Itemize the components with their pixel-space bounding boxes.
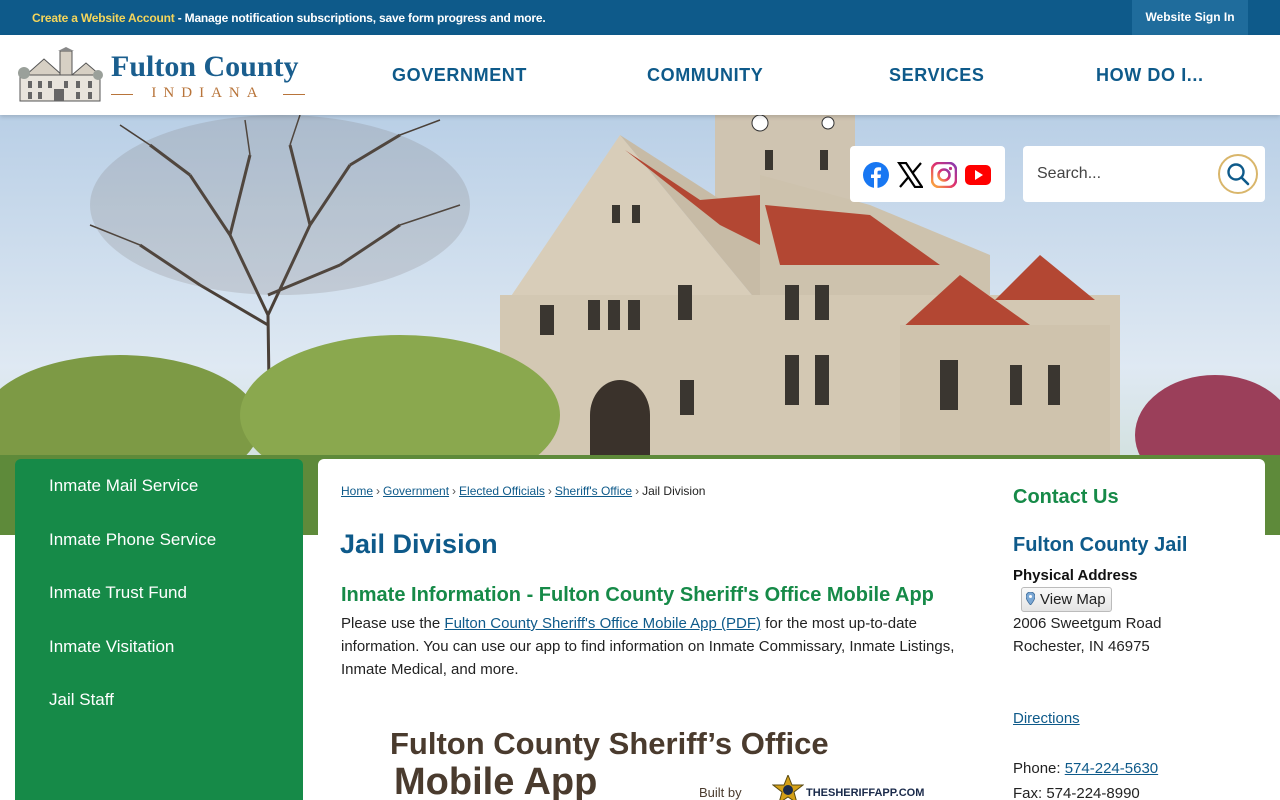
social-links [850, 146, 1005, 202]
sheriffapp-logo: THESHERIFFAPP.COM [770, 775, 930, 800]
nav-community[interactable]: COMMUNITY [647, 35, 763, 115]
courthouse-logo-icon [18, 47, 103, 102]
instagram-icon[interactable] [931, 162, 957, 188]
map-pin-icon [1026, 592, 1035, 605]
address-street: 2006 Sweetgum Road [1013, 615, 1162, 632]
sidebar-nav: Inmate Mail Service Inmate Phone Service… [15, 459, 303, 800]
main-content: Home › Government › Elected Officials › Sherif… [318, 459, 1265, 800]
nav-services[interactable]: SERVICES [889, 35, 985, 115]
youtube-icon[interactable] [965, 165, 991, 185]
section-body: Please use the Fulton County Sheriff's O… [341, 612, 971, 681]
nav-how-do-i[interactable]: HOW DO I... [1096, 35, 1204, 115]
sign-in-button[interactable]: Website Sign In [1132, 0, 1248, 35]
search-icon [1227, 163, 1250, 186]
directions-link[interactable]: Directions [1013, 710, 1080, 727]
logo-name: Fulton County [111, 50, 299, 83]
address-city: Rochester, IN 46975 [1013, 638, 1150, 655]
breadcrumb-home[interactable]: Home [341, 484, 373, 498]
phone-label: Phone: [1013, 760, 1065, 777]
built-by-label: Built by [699, 785, 742, 800]
facebook-icon[interactable] [863, 162, 889, 188]
contact-name: Fulton County Jail [1013, 534, 1188, 556]
sidebar-item-inmate-visitation[interactable]: Inmate Visitation [49, 637, 174, 657]
fax-line: Fax: 574-224-8990 [1013, 785, 1140, 800]
x-icon[interactable] [897, 162, 923, 188]
address-label: Physical Address [1013, 567, 1138, 584]
account-promo: Create a Website Account - Manage notifi… [32, 11, 546, 25]
contact-panel: Contact Us Fulton County Jail Physical A… [1013, 459, 1253, 800]
site-logo[interactable]: Fulton County INDIANA [18, 47, 308, 105]
section-title: Inmate Information - Fulton County Sheri… [341, 584, 934, 606]
body-text-start: Please use the [341, 615, 445, 632]
view-map-label: View Map [1040, 591, 1106, 608]
app-banner-subtitle: Mobile App [394, 761, 598, 800]
view-map-button[interactable]: View Map [1021, 587, 1112, 612]
logo-subtitle: INDIANA [111, 85, 305, 102]
page-title: Jail Division [340, 529, 498, 559]
search-button[interactable] [1218, 154, 1258, 194]
mobile-app-pdf-link[interactable]: Fulton County Sheriff's Office Mobile Ap… [444, 615, 761, 632]
site-search [1023, 146, 1265, 202]
sidebar-item-inmate-phone[interactable]: Inmate Phone Service [49, 530, 216, 550]
phone-link[interactable]: 574-224-5630 [1065, 760, 1158, 777]
breadcrumb-sheriffs-office[interactable]: Sheriff's Office [555, 484, 632, 498]
promo-text: - Manage notification subscriptions, sav… [174, 11, 546, 25]
breadcrumb-current: Jail Division [642, 484, 706, 498]
sidebar-item-jail-staff[interactable]: Jail Staff [49, 690, 114, 710]
sheriffapp-logo-text: THESHERIFFAPP.COM [806, 787, 925, 799]
breadcrumb: Home › Government › Elected Officials › Sherif… [341, 484, 706, 498]
search-input[interactable] [1037, 160, 1217, 188]
site-header: Fulton County INDIANA GOVERNMENT COMMUNI… [0, 35, 1280, 115]
contact-heading: Contact Us [1013, 486, 1119, 508]
breadcrumb-elected-officials[interactable]: Elected Officials [459, 484, 545, 498]
top-notification-bar: Create a Website Account - Manage notifi… [0, 0, 1280, 35]
app-banner-title: Fulton County Sheriff’s Office [390, 726, 829, 761]
sidebar-item-inmate-mail[interactable]: Inmate Mail Service [49, 476, 198, 496]
breadcrumb-government[interactable]: Government [383, 484, 449, 498]
phone-line: Phone: 574-224-5630 [1013, 760, 1158, 777]
sheriff-badge-icon [772, 775, 804, 800]
create-account-link[interactable]: Create a Website Account [32, 11, 175, 25]
nav-government[interactable]: GOVERNMENT [392, 35, 527, 115]
sidebar-item-inmate-trust-fund[interactable]: Inmate Trust Fund [49, 583, 187, 603]
